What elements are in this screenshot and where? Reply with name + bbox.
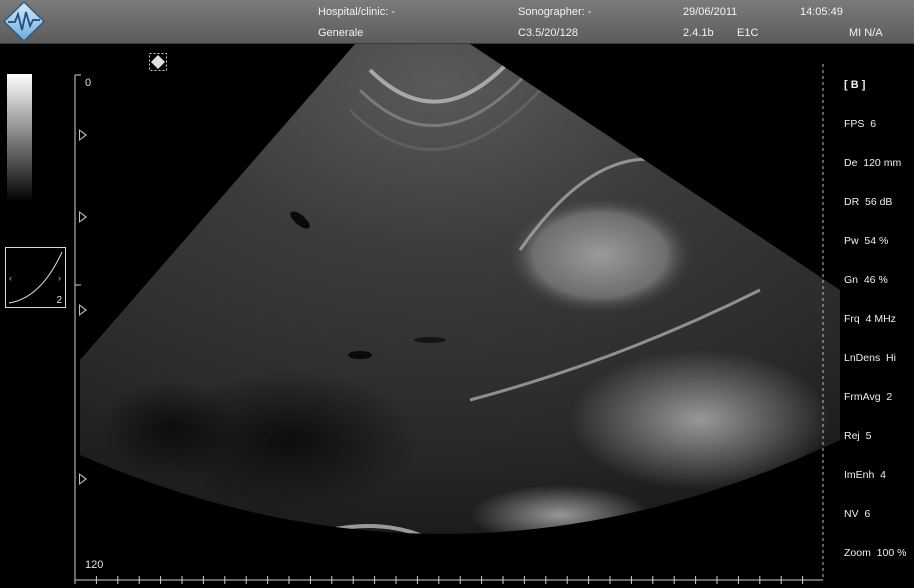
grayscale-bar xyxy=(7,74,32,202)
param-nv: NV 6 xyxy=(844,508,871,520)
param-image-enhance: ImEnh 4 xyxy=(844,469,887,481)
ultrasound-image[interactable] xyxy=(0,44,914,588)
hospital-value: Generale xyxy=(318,27,364,39)
param-depth: De 120 mm xyxy=(844,157,902,169)
hospital-label: Hospital/clinic: - xyxy=(318,6,396,18)
preset-label: E1C xyxy=(737,27,759,39)
parameters-panel: [ B ] FPS 6 De 120 mm DR 56 dB Pw 54 % G… xyxy=(844,53,906,573)
probe-label: C3.5/20/128 xyxy=(518,27,578,39)
exam-date: 29/06/2011 xyxy=(683,6,738,18)
param-power: Pw 54 % xyxy=(844,235,889,247)
svg-text:‹: ‹ xyxy=(9,273,12,283)
focus-marker-icon[interactable] xyxy=(79,211,87,223)
software-version: 2.4.1b xyxy=(683,27,714,39)
depth-top-label: 0 xyxy=(85,77,92,89)
mode-label: [ B ] xyxy=(844,79,866,91)
param-line-density: LnDens Hi xyxy=(844,352,896,364)
gain-curve-value: 2 xyxy=(56,295,62,306)
exam-time: 14:05:49 xyxy=(800,6,843,18)
mechanical-index: MI N/A xyxy=(849,27,883,39)
info-header: Hospital/clinic: - Generale Sonographer:… xyxy=(0,0,914,44)
depth-bottom-label: 120 xyxy=(85,559,104,571)
param-zoom: Zoom 100 % xyxy=(844,547,907,559)
param-rejection: Rej 5 xyxy=(844,430,872,442)
svg-text:›: › xyxy=(58,273,61,283)
focus-marker-icon[interactable] xyxy=(79,129,87,141)
focus-marker-icon[interactable] xyxy=(79,473,87,485)
sonographer-label: Sonographer: - xyxy=(518,6,592,18)
diamond-freeze-icon[interactable] xyxy=(149,53,167,71)
focus-marker-icon[interactable] xyxy=(79,304,87,316)
app-logo-icon[interactable] xyxy=(2,0,46,43)
param-frame-average: FrmAvg 2 xyxy=(844,391,893,403)
gain-curve-box[interactable]: ‹ › 2 xyxy=(5,247,66,308)
param-frequency: Frq 4 MHz xyxy=(844,313,896,325)
param-dynamic-range: DR 56 dB xyxy=(844,196,893,208)
param-fps: FPS 6 xyxy=(844,118,877,130)
param-gain: Gn 46 % xyxy=(844,274,888,286)
